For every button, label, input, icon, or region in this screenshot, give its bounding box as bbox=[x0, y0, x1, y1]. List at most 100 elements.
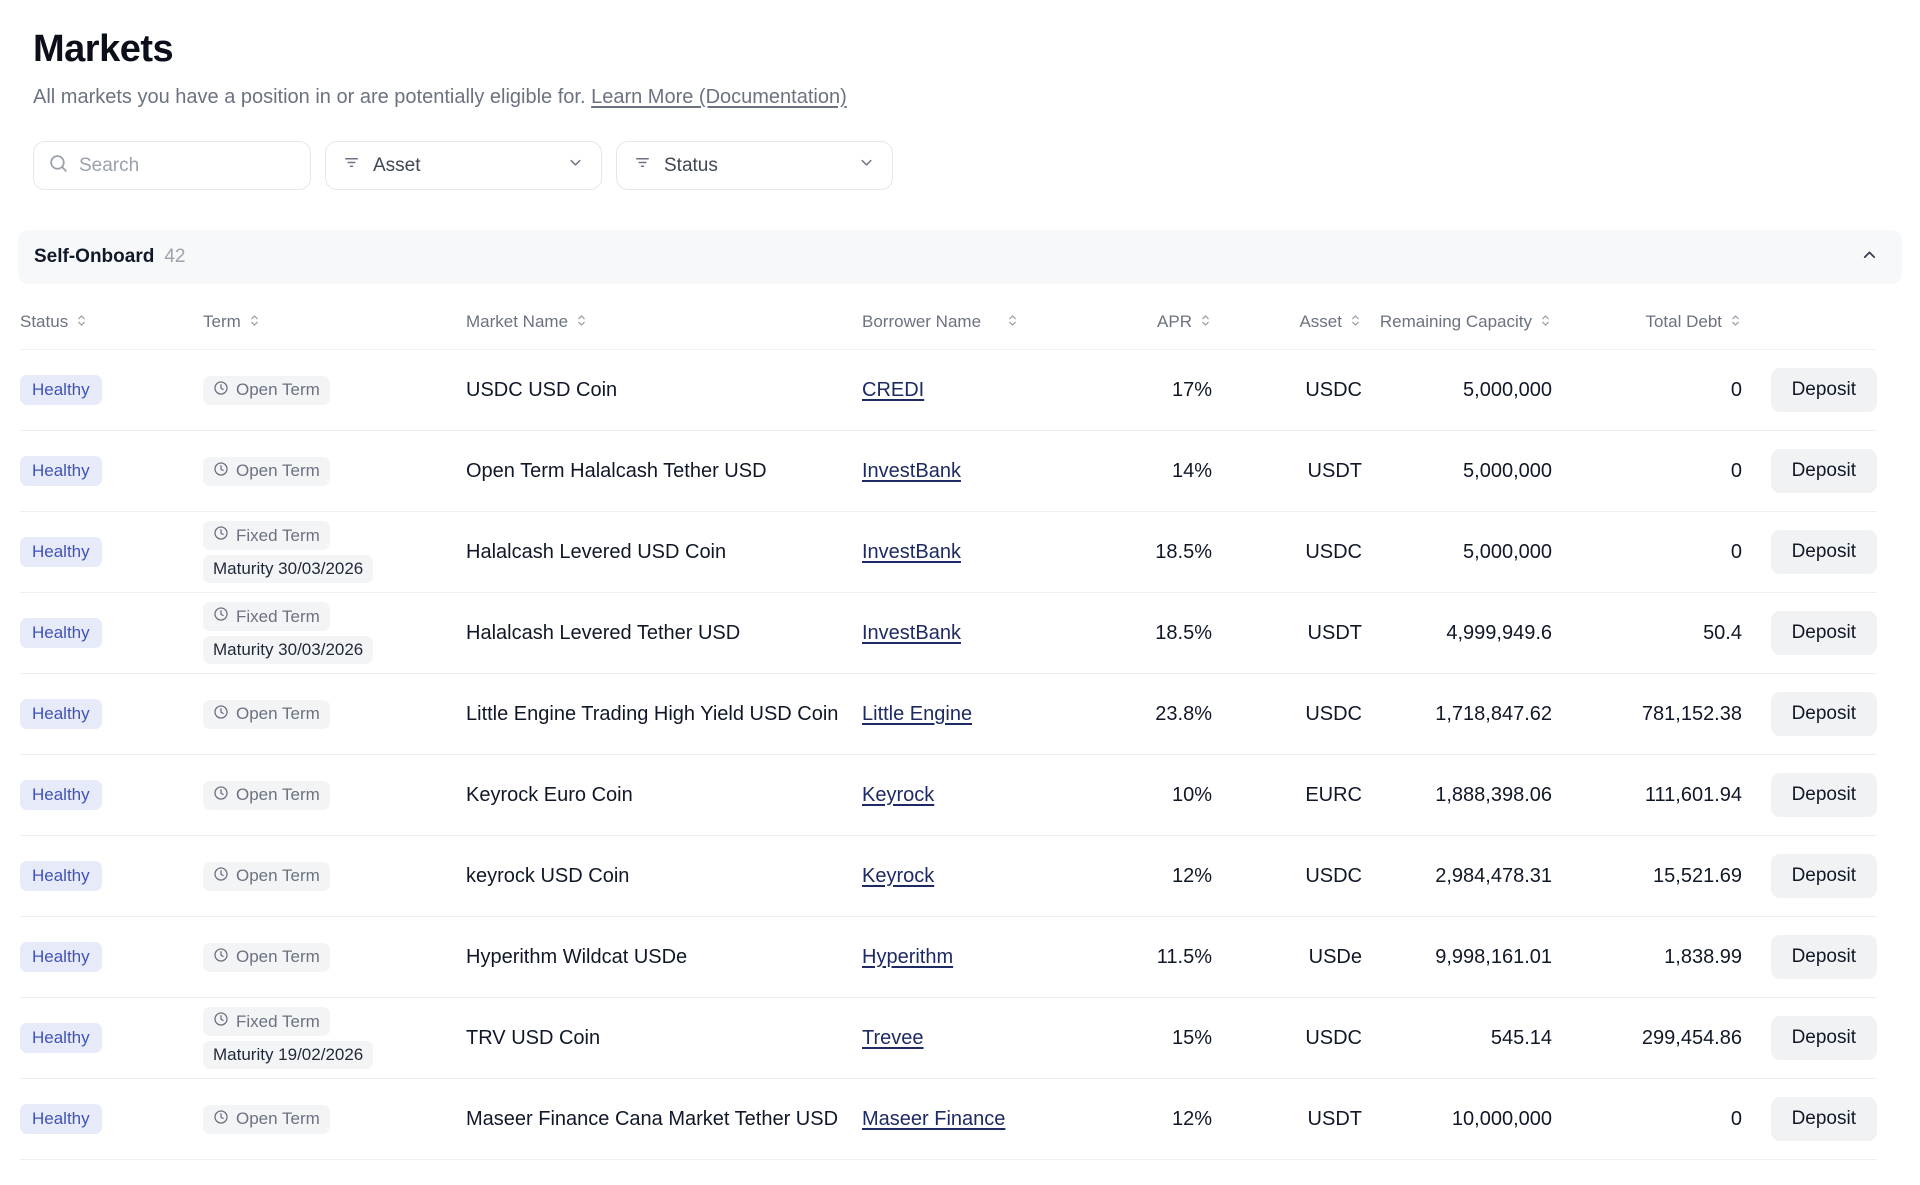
clock-icon bbox=[213, 525, 229, 546]
asset-value: USDC bbox=[1212, 379, 1362, 402]
borrower-link[interactable]: CREDI bbox=[862, 379, 924, 401]
action-cell: Deposit bbox=[1742, 935, 1877, 979]
borrower-link[interactable]: Hyperithm bbox=[862, 946, 953, 968]
markets-page: Markets All markets you have a position … bbox=[0, 0, 1920, 1160]
sort-icon bbox=[1006, 312, 1019, 332]
status-cell: Healthy bbox=[20, 861, 203, 891]
col-header-term[interactable]: Term bbox=[203, 312, 466, 332]
borrower-link[interactable]: InvestBank bbox=[862, 622, 961, 644]
remaining-capacity-value: 2,984,478.31 bbox=[1362, 865, 1552, 888]
col-header-status[interactable]: Status bbox=[20, 312, 203, 332]
asset-value: USDe bbox=[1212, 946, 1362, 969]
borrower-link[interactable]: Keyrock bbox=[862, 865, 934, 887]
term-pill: Fixed Term bbox=[203, 602, 330, 631]
status-badge: Healthy bbox=[20, 861, 102, 891]
action-cell: Deposit bbox=[1742, 611, 1877, 655]
col-header-asset[interactable]: Asset bbox=[1212, 312, 1362, 332]
deposit-button[interactable]: Deposit bbox=[1771, 1016, 1877, 1060]
clock-icon bbox=[213, 606, 229, 627]
remaining-capacity-value: 4,999,949.6 bbox=[1362, 622, 1552, 645]
table-row: Healthy Fixed Term Maturity 30/03/2026 H… bbox=[20, 512, 1877, 593]
page-subtitle-text: All markets you have a position in or ar… bbox=[33, 86, 586, 108]
apr-value: 10% bbox=[1062, 784, 1212, 807]
apr-value: 14% bbox=[1062, 460, 1212, 483]
total-debt-value: 15,521.69 bbox=[1552, 865, 1742, 888]
col-header-borrower-name[interactable]: Borrower Name bbox=[862, 312, 1062, 332]
apr-value: 18.5% bbox=[1062, 541, 1212, 564]
asset-value: USDT bbox=[1212, 622, 1362, 645]
asset-filter-dropdown[interactable]: Asset bbox=[325, 141, 602, 190]
term-cell: Open Term bbox=[203, 376, 466, 405]
status-cell: Healthy bbox=[20, 699, 203, 729]
borrower-link[interactable]: Little Engine bbox=[862, 703, 972, 725]
col-header-remaining-capacity[interactable]: Remaining Capacity bbox=[1362, 312, 1552, 332]
remaining-capacity-value: 545.14 bbox=[1362, 1027, 1552, 1050]
term-pill: Open Term bbox=[203, 700, 330, 729]
deposit-button[interactable]: Deposit bbox=[1771, 449, 1877, 493]
term-pill: Open Term bbox=[203, 781, 330, 810]
term-label: Open Term bbox=[236, 785, 320, 805]
search-icon bbox=[48, 153, 69, 179]
table-row: Healthy Open Term Open Term Halalcash Te… bbox=[20, 431, 1877, 512]
col-header-apr[interactable]: APR bbox=[1062, 312, 1212, 332]
borrower-link[interactable]: Trevee bbox=[862, 1027, 924, 1049]
deposit-button[interactable]: Deposit bbox=[1771, 692, 1877, 736]
status-filter-label: Status bbox=[664, 155, 718, 177]
term-pill: Open Term bbox=[203, 457, 330, 486]
col-header-market-name[interactable]: Market Name bbox=[466, 312, 862, 332]
total-debt-value: 50.4 bbox=[1552, 622, 1742, 645]
term-cell: Open Term bbox=[203, 700, 466, 729]
action-cell: Deposit bbox=[1742, 530, 1877, 574]
status-filter-dropdown[interactable]: Status bbox=[616, 141, 893, 190]
asset-value: USDC bbox=[1212, 541, 1362, 564]
asset-filter-label: Asset bbox=[373, 155, 421, 177]
status-cell: Healthy bbox=[20, 942, 203, 972]
action-cell: Deposit bbox=[1742, 773, 1877, 817]
deposit-button[interactable]: Deposit bbox=[1771, 773, 1877, 817]
table-body: Healthy Open Term USDC USD Coin CREDI 17… bbox=[20, 350, 1877, 1160]
asset-value: EURC bbox=[1212, 784, 1362, 807]
deposit-button[interactable]: Deposit bbox=[1771, 854, 1877, 898]
deposit-button[interactable]: Deposit bbox=[1771, 611, 1877, 655]
borrower-link[interactable]: InvestBank bbox=[862, 460, 961, 482]
market-name: TRV USD Coin bbox=[466, 1027, 862, 1050]
search-input[interactable] bbox=[79, 155, 296, 177]
borrower-link[interactable]: Maseer Finance bbox=[862, 1108, 1005, 1130]
borrower-link[interactable]: Keyrock bbox=[862, 784, 934, 806]
table-row: Healthy Open Term Keyrock Euro Coin Keyr… bbox=[20, 755, 1877, 836]
borrower-cell: InvestBank bbox=[862, 622, 1062, 645]
borrower-link[interactable]: InvestBank bbox=[862, 541, 961, 563]
deposit-button[interactable]: Deposit bbox=[1771, 935, 1877, 979]
status-badge: Healthy bbox=[20, 618, 102, 648]
term-cell: Fixed Term Maturity 30/03/2026 bbox=[203, 602, 466, 664]
market-name: Keyrock Euro Coin bbox=[466, 784, 862, 807]
action-cell: Deposit bbox=[1742, 449, 1877, 493]
filter-bar: Asset Status bbox=[33, 141, 1877, 190]
term-cell: Open Term bbox=[203, 1105, 466, 1134]
deposit-button[interactable]: Deposit bbox=[1771, 368, 1877, 412]
table-row: Healthy Open Term Little Engine Trading … bbox=[20, 674, 1877, 755]
total-debt-value: 0 bbox=[1552, 379, 1742, 402]
borrower-cell: CREDI bbox=[862, 379, 1062, 402]
term-label: Open Term bbox=[236, 704, 320, 724]
borrower-cell: Keyrock bbox=[862, 865, 1062, 888]
table-row: Healthy Open Term keyrock USD Coin Keyro… bbox=[20, 836, 1877, 917]
borrower-cell: InvestBank bbox=[862, 541, 1062, 564]
self-onboard-section-header[interactable]: Self-Onboard42 bbox=[18, 230, 1902, 284]
deposit-button[interactable]: Deposit bbox=[1771, 1097, 1877, 1141]
sort-icon bbox=[575, 312, 588, 332]
term-label: Open Term bbox=[236, 1109, 320, 1129]
market-name: keyrock USD Coin bbox=[466, 865, 862, 888]
borrower-cell: Trevee bbox=[862, 1027, 1062, 1050]
documentation-link[interactable]: Learn More (Documentation) bbox=[591, 86, 847, 108]
action-cell: Deposit bbox=[1742, 854, 1877, 898]
search-box[interactable] bbox=[33, 141, 311, 190]
term-cell: Fixed Term Maturity 19/02/2026 bbox=[203, 1007, 466, 1069]
chevron-up-icon[interactable] bbox=[1859, 244, 1880, 270]
col-header-total-debt[interactable]: Total Debt bbox=[1552, 312, 1742, 332]
asset-value: USDC bbox=[1212, 865, 1362, 888]
chevron-down-icon bbox=[857, 153, 876, 178]
asset-value: USDC bbox=[1212, 703, 1362, 726]
market-name: Maseer Finance Cana Market Tether USD bbox=[466, 1108, 862, 1131]
deposit-button[interactable]: Deposit bbox=[1771, 530, 1877, 574]
